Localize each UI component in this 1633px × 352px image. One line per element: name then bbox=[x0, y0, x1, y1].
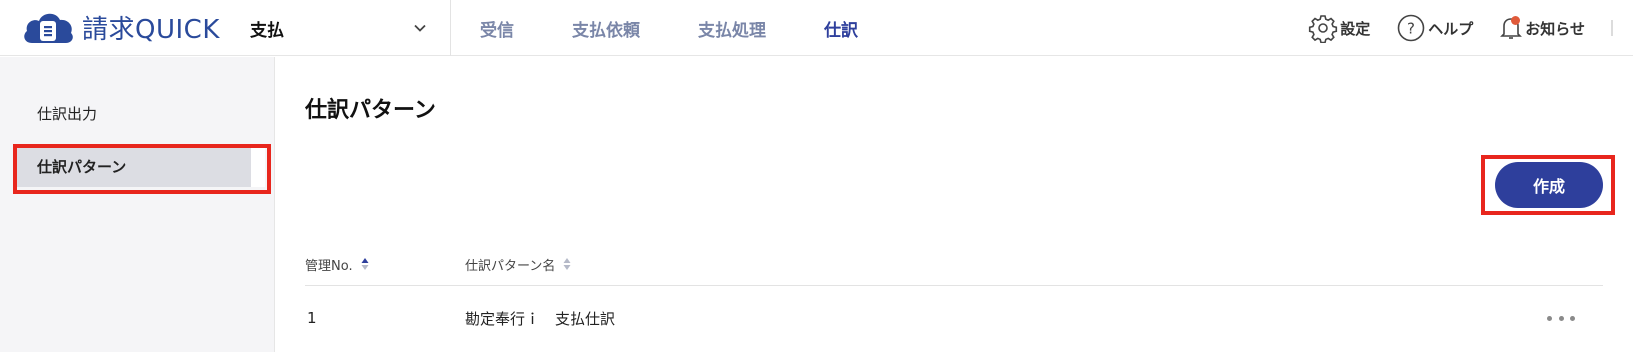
page-title: 仕訳パターン bbox=[305, 98, 436, 123]
table-row[interactable]: 1 勘定奉行ｉ 支払仕訳 bbox=[305, 286, 1603, 350]
sidebar-item-journal-output[interactable]: 仕訳出力 bbox=[15, 92, 265, 134]
nav-receive[interactable]: 受信 bbox=[480, 16, 514, 41]
header-divider bbox=[450, 0, 451, 56]
chevron-down-icon bbox=[414, 24, 426, 32]
top-header: 請求QUICK 支払 受信 支払依頼 支払処理 仕訳 設定 ? ヘルプ お知らせ bbox=[0, 0, 1633, 56]
help-icon: ? bbox=[1397, 14, 1425, 42]
help-button[interactable]: ? ヘルプ bbox=[1396, 13, 1473, 43]
nav-journal[interactable]: 仕訳 bbox=[824, 16, 858, 41]
sidebar-item-journal-pattern[interactable]: 仕訳パターン bbox=[15, 145, 265, 187]
settings-label: 設定 bbox=[1340, 19, 1371, 38]
column-header-label: 管理No. bbox=[305, 258, 353, 274]
help-label: ヘルプ bbox=[1428, 19, 1474, 38]
notifications-label: お知らせ bbox=[1525, 19, 1585, 38]
create-button[interactable]: 作成 bbox=[1495, 162, 1603, 208]
app-logo[interactable]: 請求QUICK bbox=[20, 7, 220, 47]
sidebar-item-label: 仕訳パターン bbox=[37, 157, 127, 176]
settings-button[interactable]: 設定 bbox=[1308, 13, 1370, 43]
nav-payment-request[interactable]: 支払依頼 bbox=[572, 16, 640, 41]
cell-pattern-name: 勘定奉行ｉ 支払仕訳 bbox=[465, 309, 616, 328]
notifications-button[interactable]: お知らせ bbox=[1499, 15, 1585, 41]
service-select-value: 支払 bbox=[250, 20, 284, 41]
bell-icon bbox=[1499, 15, 1523, 41]
sort-icon bbox=[361, 258, 369, 270]
column-header-pattern-name[interactable]: 仕訳パターン名 bbox=[465, 242, 571, 286]
header-edge bbox=[1611, 20, 1613, 36]
sort-icon bbox=[563, 258, 571, 270]
cell-no: 1 bbox=[307, 309, 317, 327]
journal-pattern-table: 管理No. 仕訳パターン名 1 勘定奉行ｉ 支払仕訳 bbox=[305, 242, 1603, 350]
cloud-document-icon bbox=[24, 13, 73, 43]
column-header-label: 仕訳パターン名 bbox=[465, 258, 556, 274]
sidebar: 仕訳出力 仕訳パターン bbox=[0, 57, 275, 352]
main-nav: 受信 支払依頼 支払処理 仕訳 bbox=[480, 0, 916, 56]
table-header-row: 管理No. 仕訳パターン名 bbox=[305, 242, 1603, 286]
more-options-icon[interactable] bbox=[1547, 308, 1575, 328]
header-tools: 設定 ? ヘルプ お知らせ bbox=[1308, 0, 1633, 56]
column-header-no[interactable]: 管理No. bbox=[305, 242, 369, 286]
gear-icon bbox=[1309, 15, 1338, 43]
sidebar-item-label: 仕訳出力 bbox=[37, 104, 98, 123]
service-select[interactable]: 支払 bbox=[250, 10, 435, 46]
app-name: 請求QUICK bbox=[82, 14, 220, 45]
nav-payment-processing[interactable]: 支払処理 bbox=[698, 16, 766, 41]
svg-text:?: ? bbox=[1407, 20, 1415, 38]
